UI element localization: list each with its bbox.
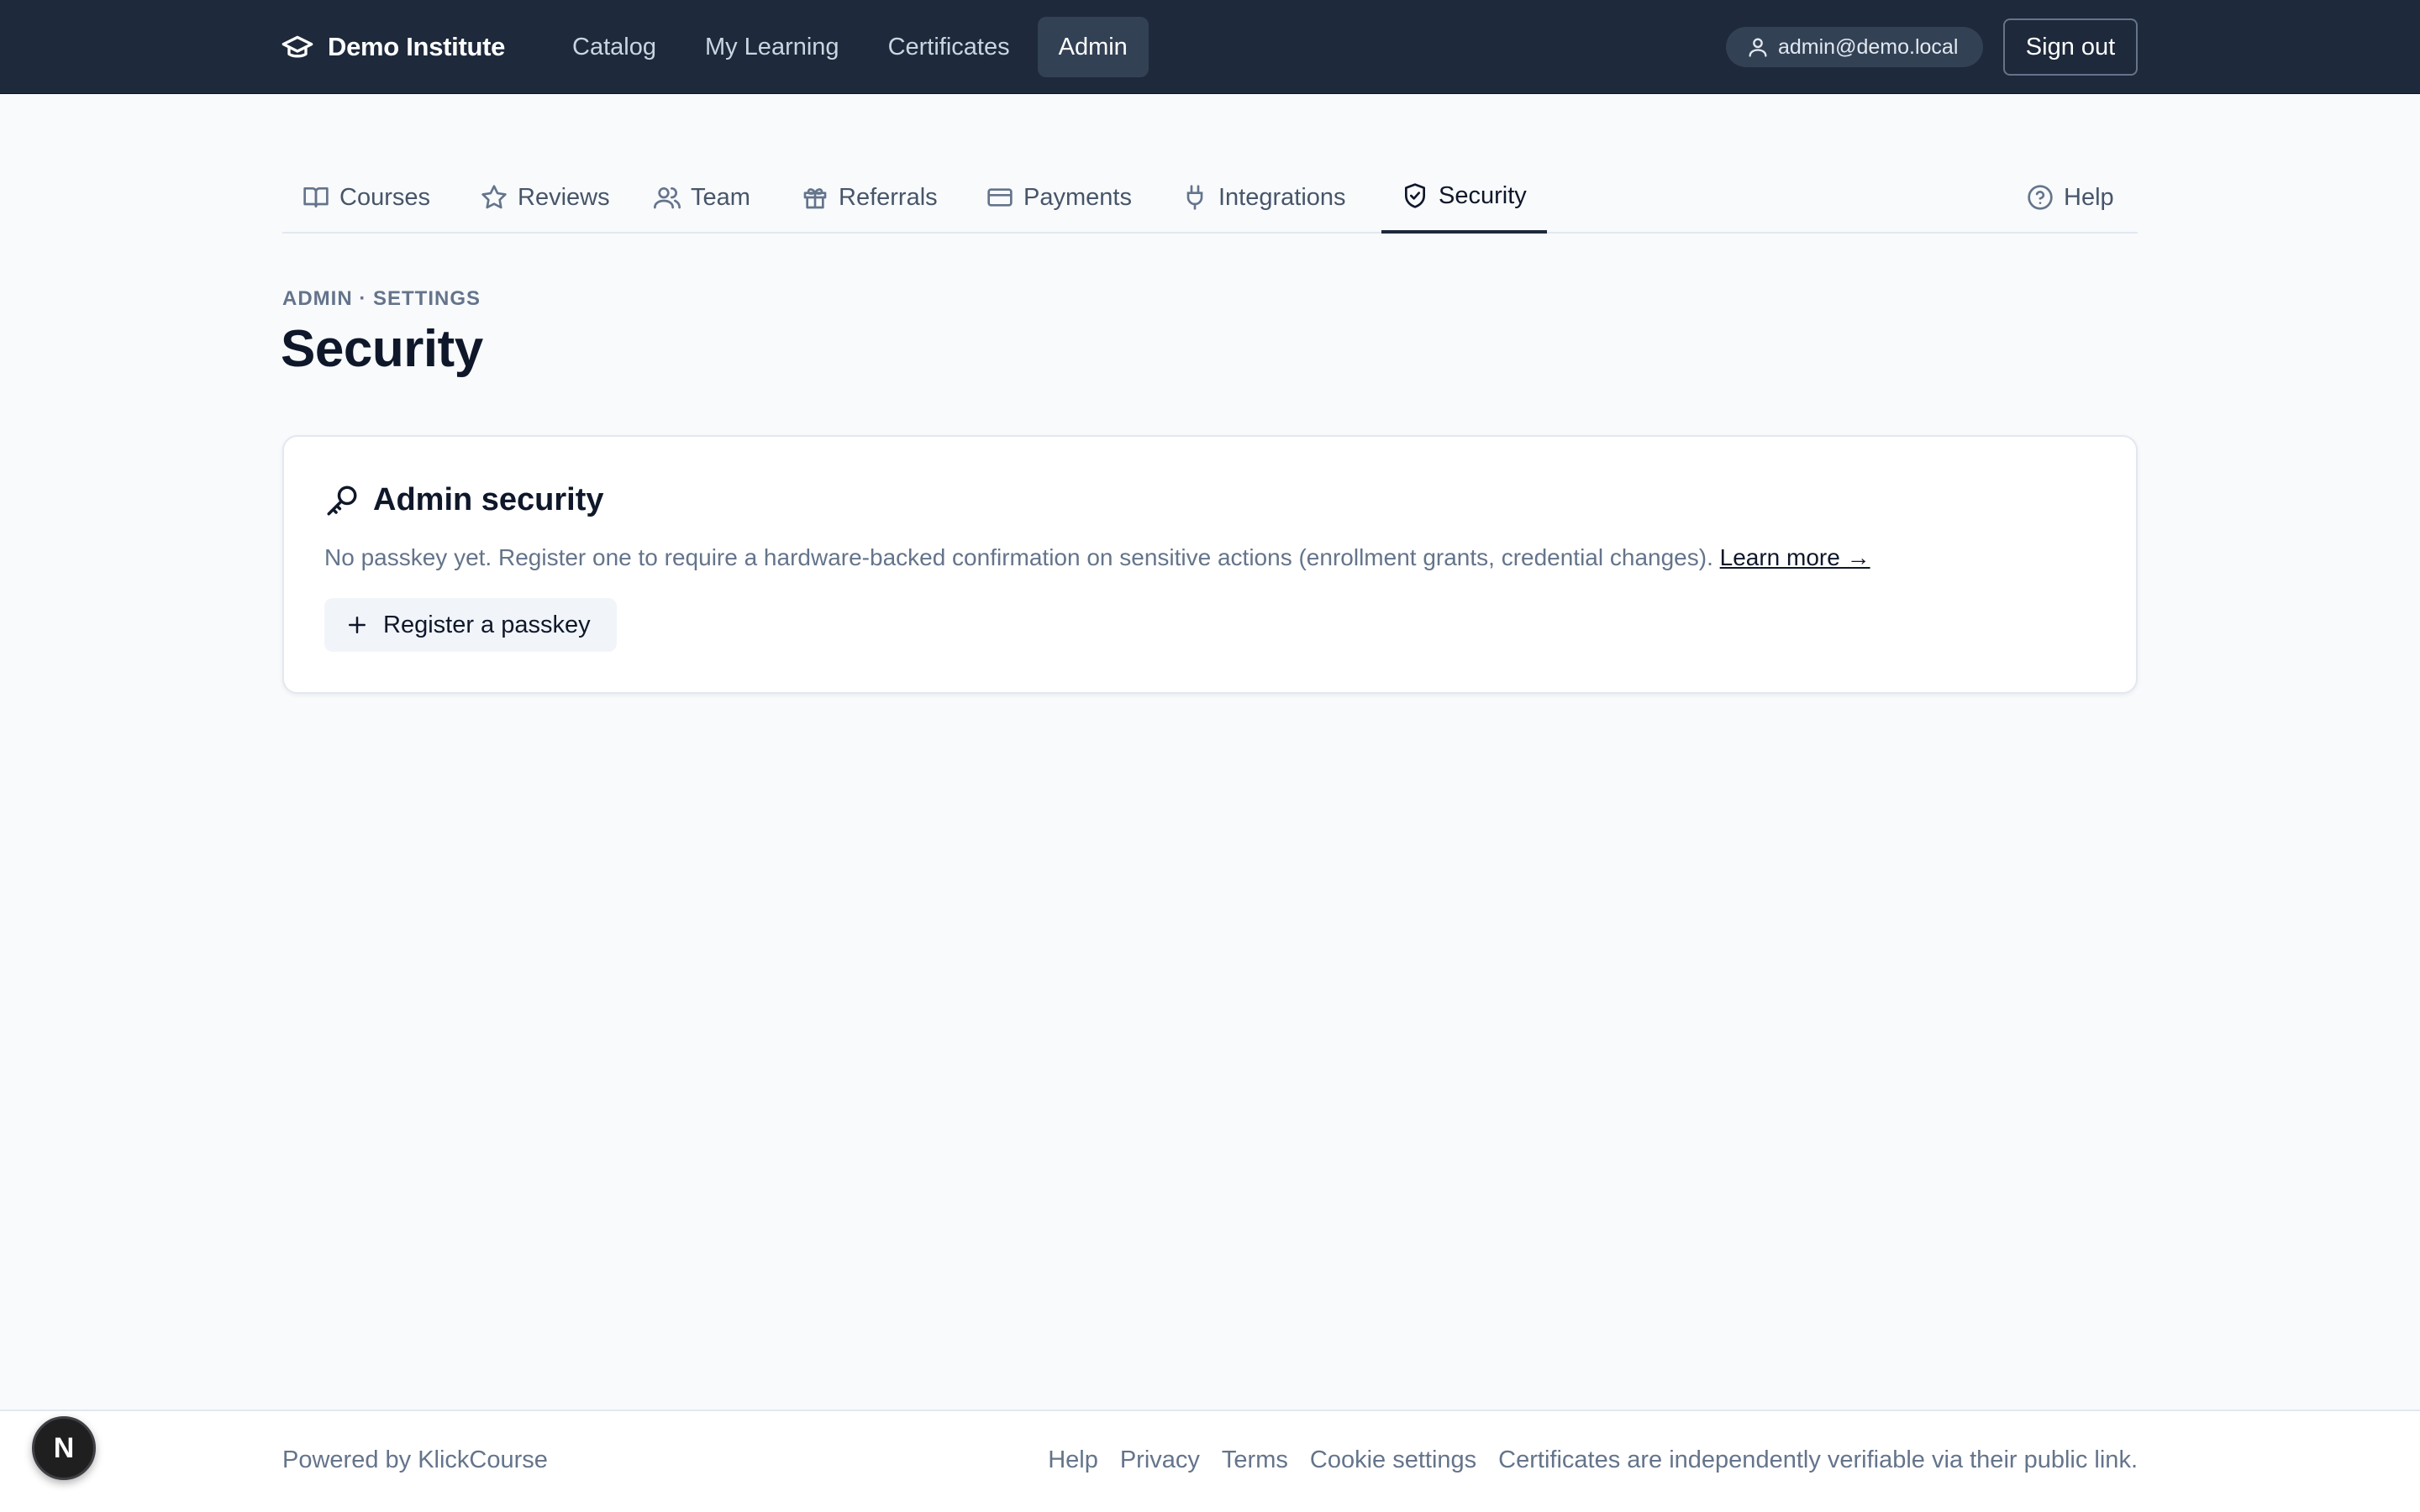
footer-terms-link[interactable]: Terms [1222, 1446, 1288, 1474]
help-circle-icon [2028, 185, 2053, 210]
credit-card-icon [987, 188, 1013, 207]
top-bar: Demo Institute Catalog My Learning Certi… [0, 0, 2420, 94]
tab-integrations[interactable]: Integrations [1161, 161, 1366, 234]
shield-check-icon [1405, 183, 1425, 208]
user-account-pill[interactable]: admin@demo.local [1726, 27, 1983, 67]
help-link[interactable]: Help [2007, 161, 2134, 234]
main-nav: Catalog My Learning Certificates Admin [551, 17, 1149, 77]
admin-subnav: Courses Reviews Team Referrals Payments [282, 161, 2138, 234]
users-icon [654, 187, 681, 209]
card-title: Admin security [373, 482, 604, 517]
footer-note: Certificates are independently verifiabl… [1498, 1446, 2138, 1473]
tab-label: Referrals [839, 183, 938, 211]
footer-links: Help Privacy Terms Cookie settings Certi… [1048, 1446, 2138, 1474]
brand-logo[interactable]: Demo Institute [281, 25, 505, 69]
graduation-cap-icon [281, 35, 313, 58]
tab-security[interactable]: Security [1381, 161, 1547, 234]
help-label: Help [2064, 183, 2114, 211]
user-icon [1749, 38, 1767, 57]
tab-label: Security [1439, 181, 1527, 209]
card-header: Admin security [324, 482, 604, 518]
brand-name: Demo Institute [328, 32, 506, 61]
card-description: No passkey yet. Register one to require … [324, 544, 2106, 571]
learn-more-link[interactable]: Learn more → [1720, 544, 1870, 570]
gift-icon [803, 188, 827, 209]
register-passkey-label: Register a passkey [383, 611, 591, 638]
tab-reviews[interactable]: Reviews [460, 161, 630, 234]
admin-security-card: Admin security No passkey yet. Register … [282, 435, 2138, 694]
register-passkey-button[interactable]: Register a passkey [324, 598, 617, 652]
nav-catalog[interactable]: Catalog [551, 17, 677, 77]
tab-courses[interactable]: Courses [282, 161, 450, 234]
sign-out-button[interactable]: Sign out [2003, 18, 2138, 76]
tab-label: Team [691, 183, 750, 211]
book-icon [303, 187, 329, 207]
key-icon [327, 486, 357, 515]
user-email: admin@demo.local [1778, 34, 1959, 59]
tab-label: Integrations [1218, 183, 1346, 211]
star-icon [481, 185, 507, 209]
footer-cookie-settings-link[interactable]: Cookie settings [1310, 1446, 1476, 1474]
footer-privacy-link[interactable]: Privacy [1120, 1446, 1200, 1474]
page-title: Security [281, 320, 483, 378]
footer-help-link[interactable]: Help [1048, 1446, 1098, 1474]
passkey-status-text: No passkey yet. Register one to require … [324, 544, 1713, 570]
tab-label: Courses [339, 183, 430, 211]
nav-certificates[interactable]: Certificates [867, 17, 1031, 77]
powered-by[interactable]: Powered by KlickCourse [282, 1446, 548, 1474]
nav-admin[interactable]: Admin [1037, 17, 1149, 77]
tab-payments[interactable]: Payments [966, 161, 1152, 234]
dev-tools-badge[interactable]: N [32, 1416, 96, 1480]
breadcrumb: ADMIN · SETTINGS [282, 287, 481, 310]
tab-label: Payments [1023, 183, 1132, 211]
plus-icon [349, 617, 366, 633]
footer: Powered by KlickCourse Help Privacy Term… [0, 1410, 2420, 1512]
plug-icon [1186, 185, 1203, 210]
tab-referrals[interactable]: Referrals [781, 161, 958, 234]
tab-team[interactable]: Team [634, 161, 771, 234]
tab-label: Reviews [518, 183, 610, 211]
nav-my-learning[interactable]: My Learning [684, 17, 860, 77]
